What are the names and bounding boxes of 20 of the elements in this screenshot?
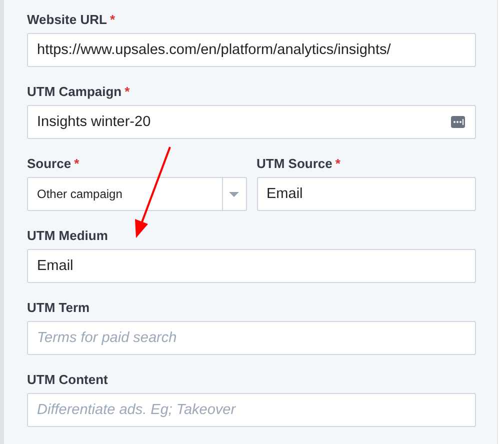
required-mark: * [335, 156, 340, 171]
field-label: UTM Content [27, 371, 108, 389]
more-icon[interactable] [451, 116, 465, 128]
input-field[interactable]: Insights winter-20 [27, 105, 476, 139]
input-field[interactable]: Terms for paid search [27, 321, 476, 355]
required-mark: * [110, 12, 115, 27]
field-label: UTM Term [27, 299, 90, 317]
field-label: UTM Source [256, 155, 332, 173]
required-mark: * [74, 156, 80, 171]
field-label: UTM Campaign [27, 83, 122, 101]
field-label: Source [27, 155, 72, 173]
required-mark: * [124, 84, 130, 99]
caret-icon [229, 192, 239, 196]
input-field[interactable]: Differentiate ads. Eg; Takeover [27, 393, 476, 427]
select-field[interactable]: Other campaign [27, 177, 246, 211]
input-field[interactable]: https://www.upsales.com/en/platform/analytics/insights/ [27, 33, 476, 67]
input-field[interactable]: Email [256, 177, 476, 211]
field-label: Website URL [27, 11, 107, 29]
input-field[interactable]: Email [27, 249, 476, 283]
field-label: UTM Medium [27, 227, 108, 245]
